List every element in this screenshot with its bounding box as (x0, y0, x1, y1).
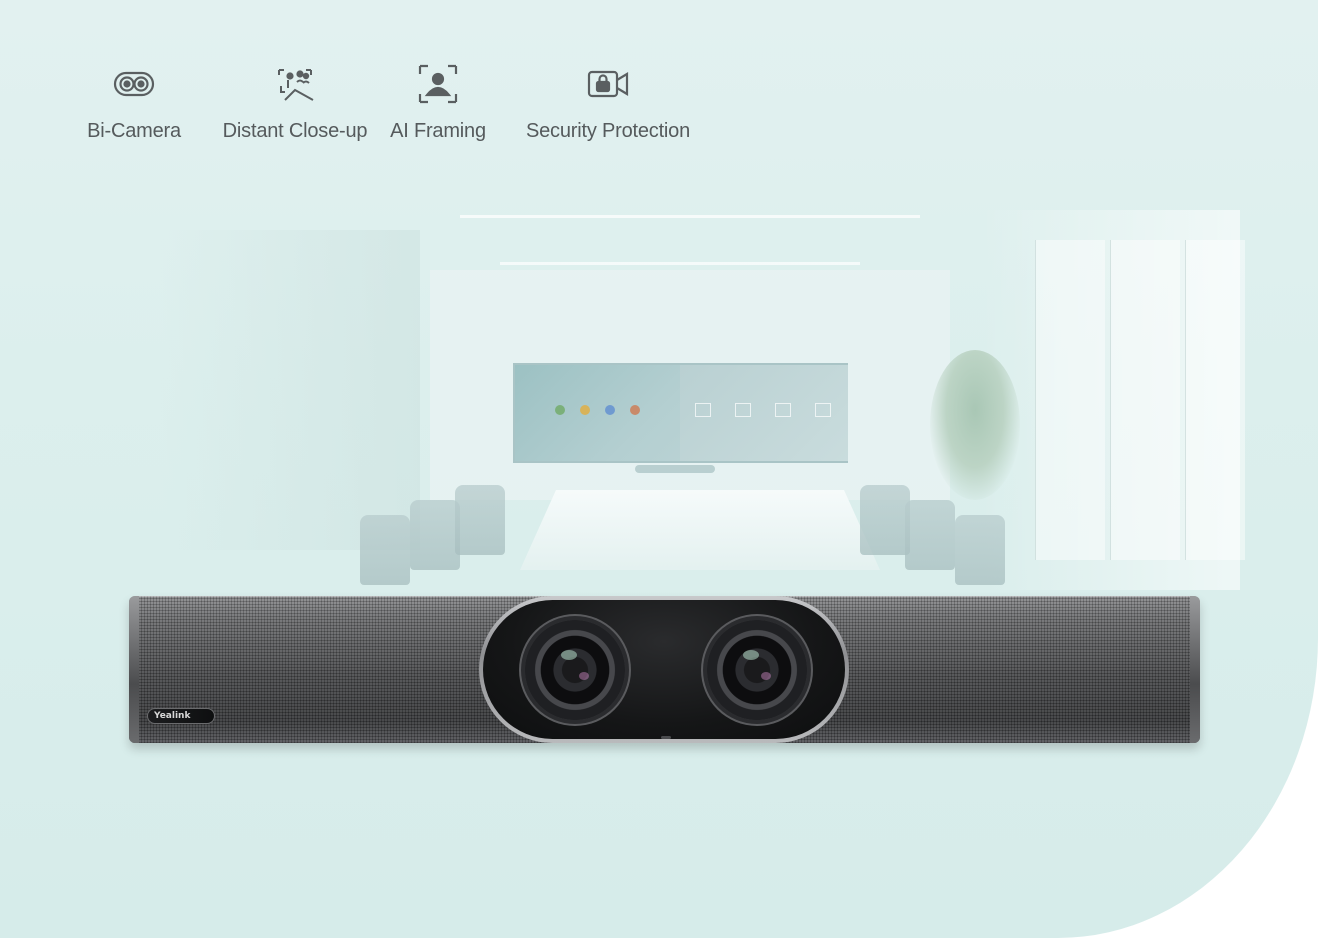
device-end-cap-right (1190, 596, 1200, 743)
right-lens-icon (707, 620, 807, 720)
dual-camera-icon (110, 60, 158, 108)
brand-logo: Yealink (147, 708, 215, 724)
camera-face (483, 600, 845, 739)
feature-list: Bi-Camera Distant Close-up AI Framing Se… (86, 60, 698, 160)
feature-label: AI Framing (390, 120, 486, 142)
product-banner: Bi-Camera Distant Close-up AI Framing Se… (0, 0, 1325, 938)
feature-distant-closeup: Distant Close-up (220, 60, 370, 143)
left-lens-icon (525, 620, 625, 720)
device-end-cap-left (129, 596, 139, 743)
status-indicator (661, 736, 671, 739)
ai-framing-icon (414, 60, 462, 108)
camera-module (479, 596, 849, 743)
feature-label: Distant Close-up (222, 120, 368, 142)
feature-ai-framing: AI Framing (388, 60, 488, 143)
feature-label: Bi-Camera (87, 120, 181, 142)
camera-lock-icon (584, 60, 632, 108)
feature-security-protection: Security Protection (518, 60, 698, 143)
video-bar-device: Yealink (129, 596, 1200, 743)
feature-bi-camera: Bi-Camera (86, 60, 182, 143)
feature-label: Security Protection (525, 120, 691, 142)
distant-closeup-icon (271, 60, 319, 108)
